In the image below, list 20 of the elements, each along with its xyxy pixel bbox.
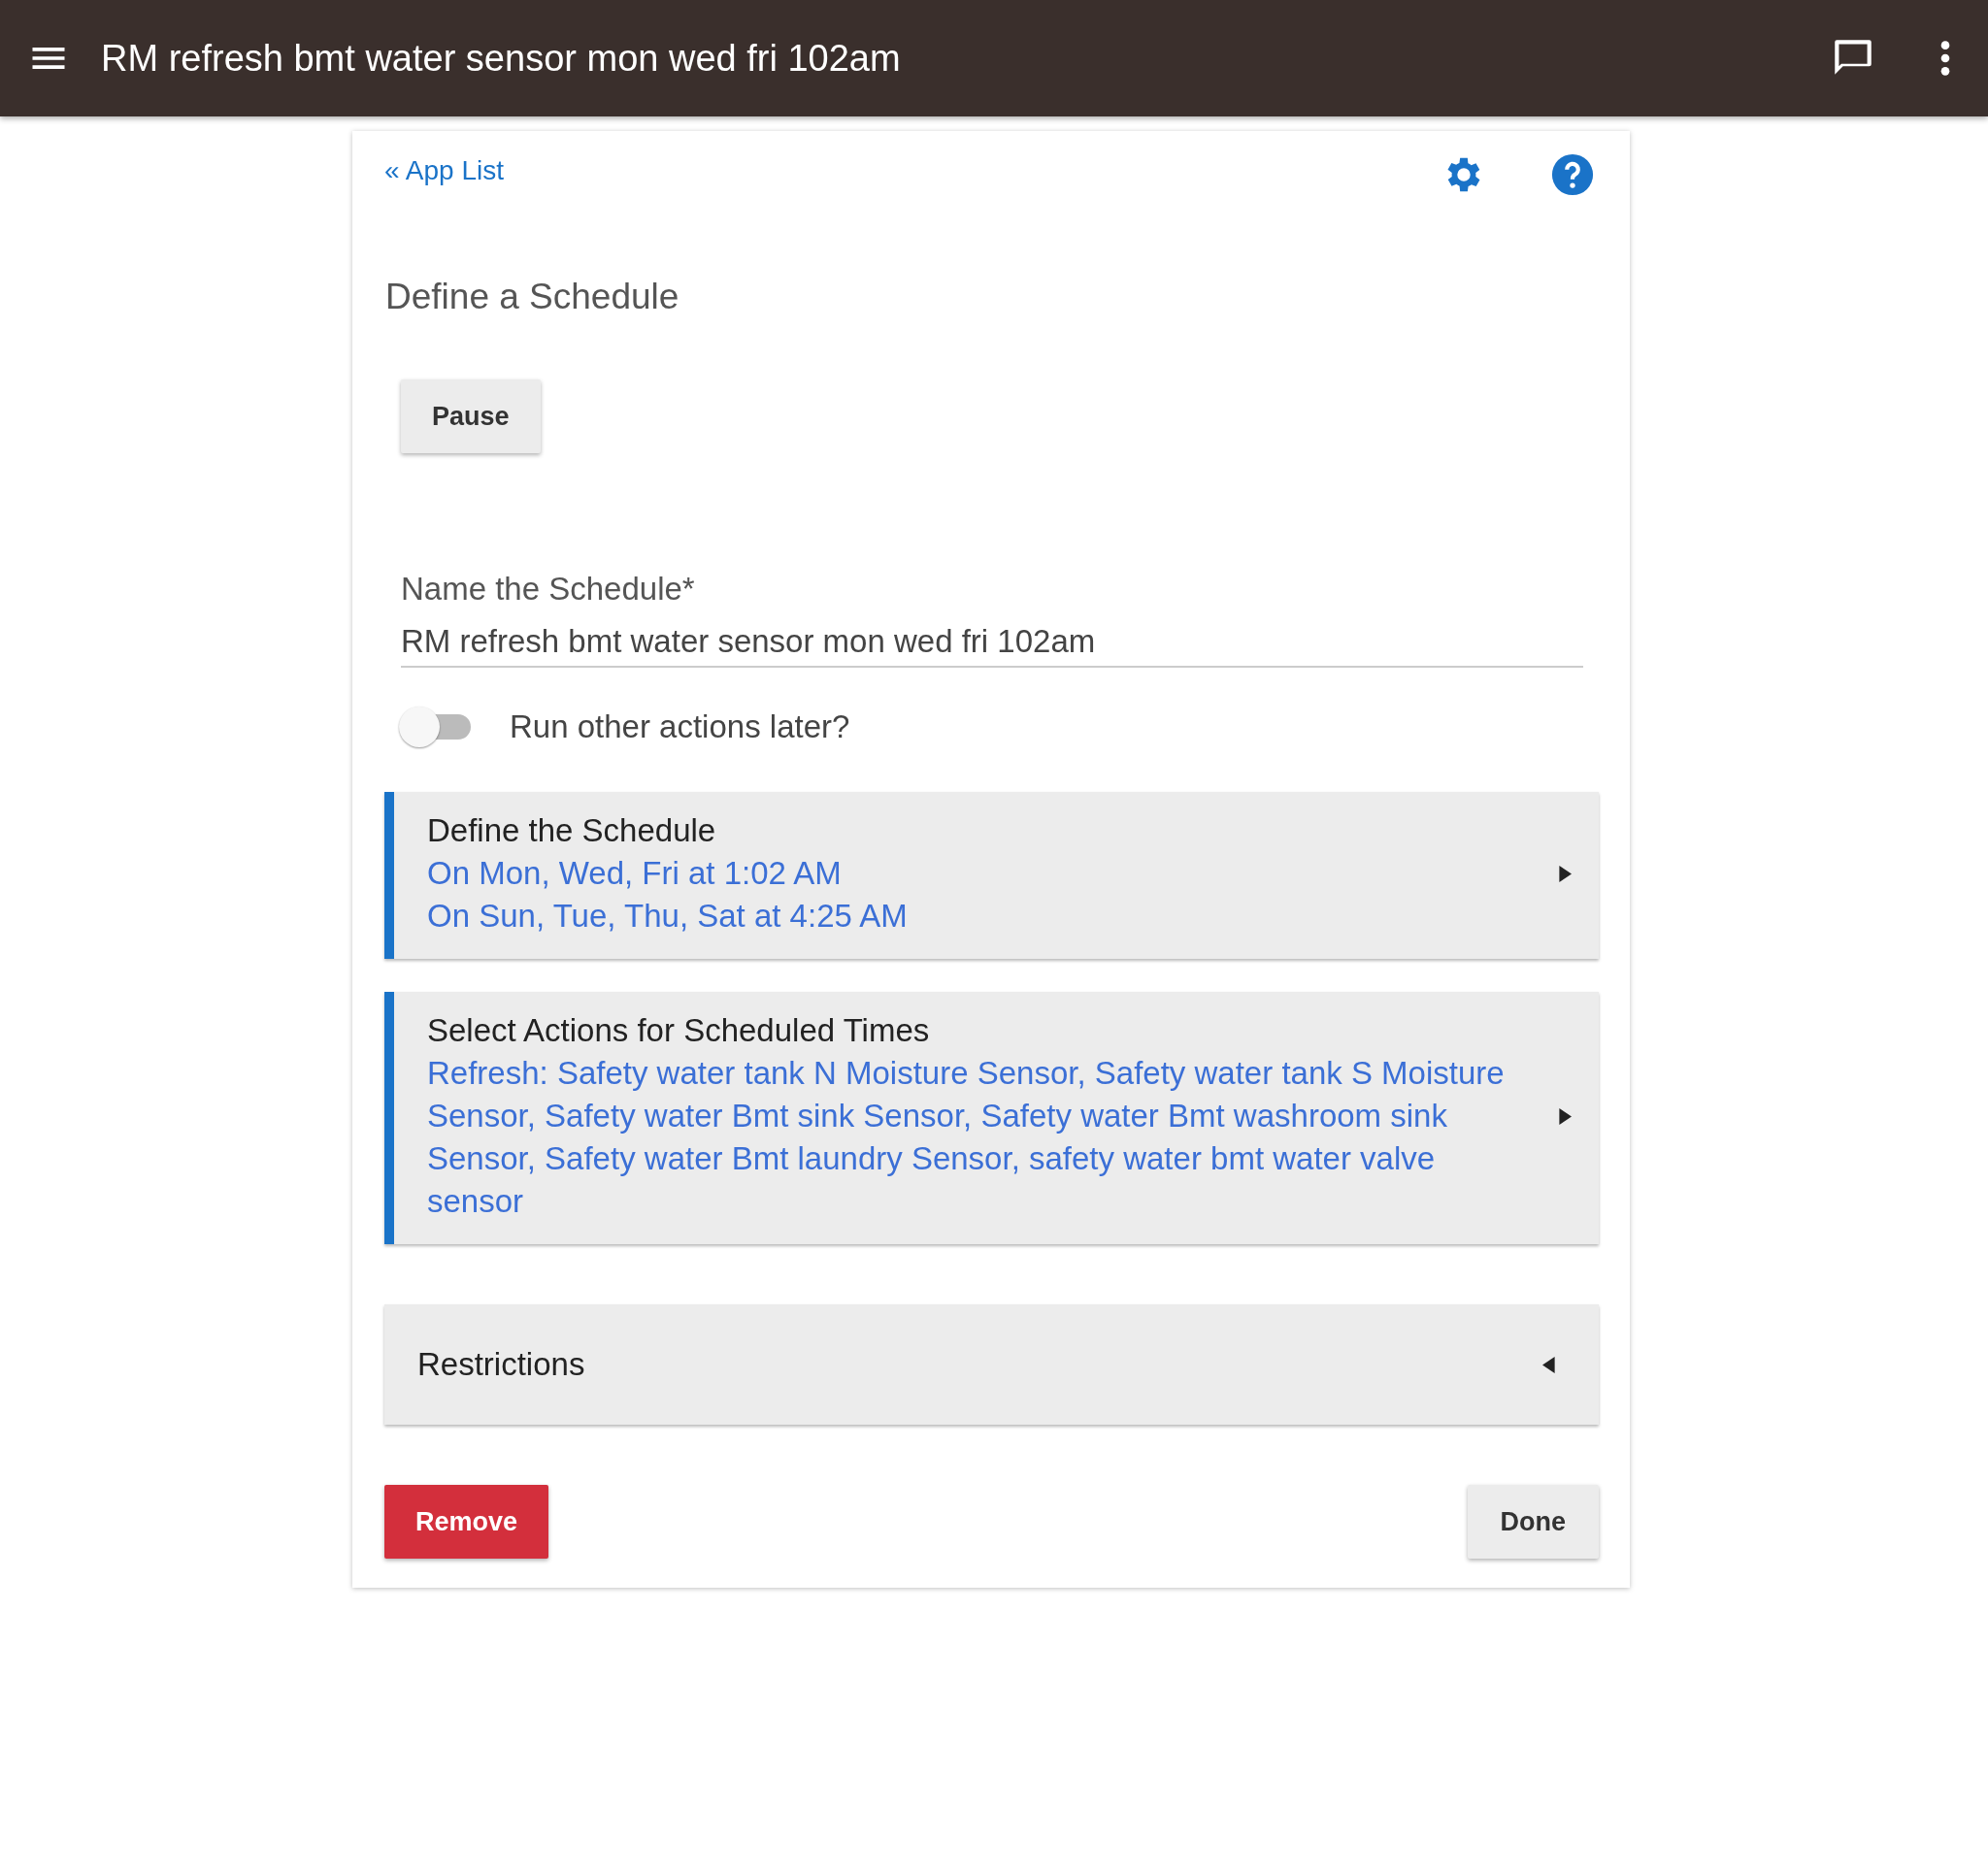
caret-left-icon bbox=[1542, 1356, 1556, 1373]
toggle-label: Run other actions later? bbox=[510, 708, 850, 745]
help-icon[interactable] bbox=[1550, 152, 1595, 197]
section-title: Define the Schedule bbox=[427, 811, 717, 850]
section-link[interactable]: Define the Schedule On Mon, Wed, Fri at 1:02 AM On Sun, Tue, Thu, Sat at 4:25 AM bbox=[384, 792, 1599, 959]
app-bar-title: RM refresh bmt water sensor mon wed fri 102am bbox=[101, 37, 901, 80]
app-list-link[interactable]: « App List bbox=[384, 155, 504, 186]
section-summary: On Mon, Wed, Fri at 1:02 AM bbox=[427, 854, 843, 893]
page-title: Define a Schedule bbox=[385, 277, 680, 317]
section-summary: Refresh: Safety water tank N Moisture Sensor, Safety water tank S Moisture Sensor, Safety water Bmt sink Sensor, Safety water Bmt washroom sink Sensor, Safety water Bmt laundry Sensor, safety water bmt water valve sensor bbox=[427, 1054, 1506, 1221]
section-link[interactable] bbox=[384, 992, 1599, 1244]
caret-right-icon bbox=[1558, 865, 1572, 882]
pause-button[interactable]: Pause bbox=[401, 379, 541, 453]
done-button[interactable]: Done bbox=[1467, 1485, 1599, 1559]
section-summary: On Sun, Tue, Thu, Sat at 4:25 AM bbox=[427, 897, 909, 936]
collapsible-section[interactable]: Restrictions bbox=[384, 1304, 1599, 1425]
section-title: Select Actions for Scheduled Times bbox=[427, 1011, 931, 1050]
caret-right-icon bbox=[1558, 1107, 1572, 1125]
schedule-name-field[interactable]: Name the Schedule* RM refresh bmt water sensor mon wed fri 102am bbox=[401, 571, 1583, 668]
remove-button[interactable]: Remove bbox=[384, 1485, 549, 1559]
